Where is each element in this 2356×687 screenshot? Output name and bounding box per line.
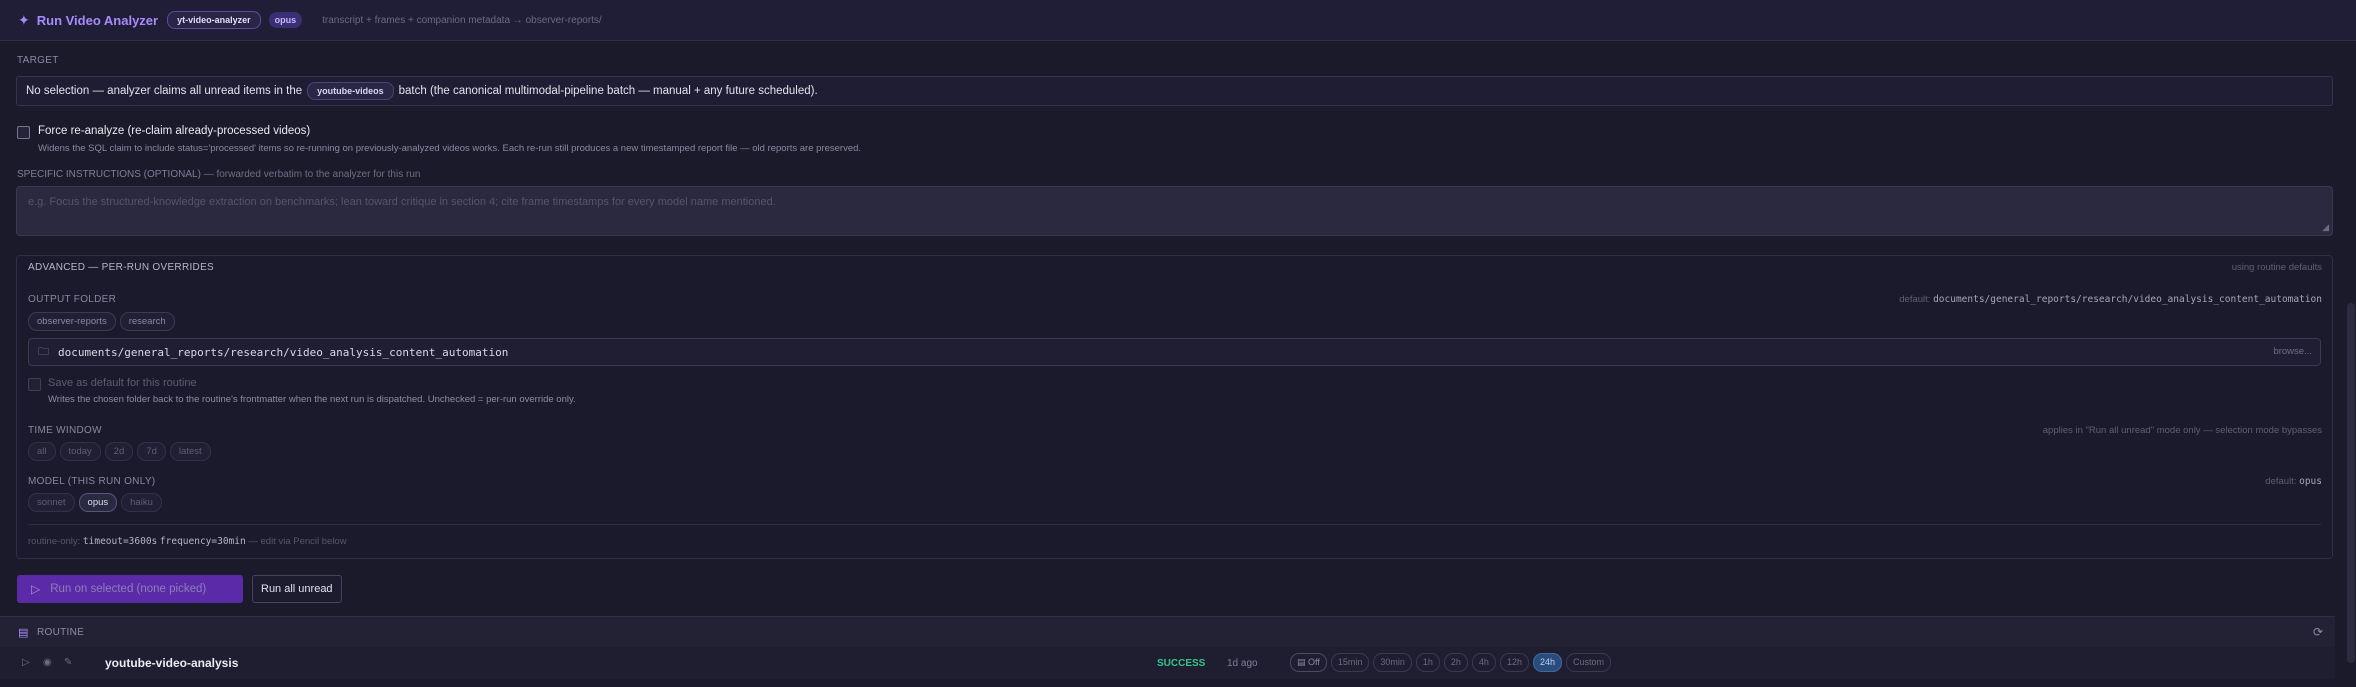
advanced-divider — [28, 524, 2321, 525]
folder-chip-observer-reports[interactable]: observer-reports — [28, 312, 116, 331]
output-folder-default-value: documents/general_reports/research/video… — [1933, 294, 2322, 305]
calendar-off-icon: ▤ — [1297, 657, 1309, 667]
freq-option-30min[interactable]: 30min — [1373, 653, 1412, 672]
force-reanalyze-checkbox[interactable] — [17, 126, 30, 139]
advanced-overrides-panel: ADVANCED — PER-RUN OVERRIDES using routi… — [16, 255, 2333, 559]
advanced-title: ADVANCED — PER-RUN OVERRIDES — [28, 262, 215, 273]
model-default: default: opus — [2265, 476, 2322, 487]
freq-option-15min[interactable]: 15min — [1330, 653, 1370, 672]
routine-only-settings: routine-only: timeout=3600s frequency=30… — [28, 536, 347, 547]
time-option-2d[interactable]: 2d — [104, 442, 134, 461]
folder-icon: 🗀 — [38, 345, 49, 358]
instructions-label-sub: — forwarded verbatim to the analyzer for… — [203, 169, 421, 180]
save-default-help: Writes the chosen folder back to the rou… — [48, 394, 576, 405]
time-option-all[interactable]: all — [28, 442, 56, 461]
routine-section-header: ▤ ROUTINE ⟳ — [0, 616, 2335, 647]
force-reanalyze-help: Widens the SQL claim to include status='… — [38, 143, 862, 154]
browse-button[interactable]: browse... — [2273, 346, 2312, 357]
target-text-after: batch (the canonical multimodal-pipeline… — [398, 85, 818, 97]
dialog-description: transcript + frames + companion metadata… — [322, 14, 602, 26]
instructions-label-main: SPECIFIC INSTRUCTIONS (OPTIONAL) — [17, 169, 201, 180]
target-label: TARGET — [17, 55, 59, 66]
model-default-value: opus — [2299, 476, 2322, 487]
play-icon: ▷ — [31, 582, 41, 596]
output-folder-default: default: documents/general_reports/resea… — [1899, 294, 2322, 305]
instructions-textarea[interactable]: e.g. Focus the structured-knowledge extr… — [16, 186, 2333, 236]
time-option-latest[interactable]: latest — [169, 442, 211, 461]
time-window-note: applies in "Run all unread" mode only — … — [2042, 425, 2322, 436]
freq-option-24h[interactable]: 24h — [1532, 653, 1562, 672]
model-option-sonnet[interactable]: sonnet — [28, 493, 75, 512]
instructions-label: SPECIFIC INSTRUCTIONS (OPTIONAL) — forwa… — [17, 169, 420, 180]
advanced-defaults-note: using routine defaults — [2231, 262, 2322, 273]
freq-option-12h[interactable]: 12h — [1499, 653, 1529, 672]
model-label: MODEL (THIS RUN ONLY) — [28, 476, 156, 487]
output-folder-default-prefix: default: — [1899, 294, 1931, 305]
freq-option-custom[interactable]: Custom — [1566, 653, 1612, 672]
target-text-before: No selection — analyzer claims all unrea… — [26, 85, 303, 97]
run-selected-label: Run on selected (none picked) — [50, 583, 207, 595]
time-window-options: all today 2d 7d latest — [28, 442, 215, 461]
agent-tag: yt-video-analyzer — [167, 11, 261, 29]
save-default-checkbox[interactable] — [28, 378, 41, 391]
target-box: No selection — analyzer claims all unrea… — [16, 76, 2333, 106]
output-folder-chips: observer-reports research — [28, 312, 179, 331]
freq-option-1h[interactable]: 1h — [1415, 653, 1440, 672]
freq-option-off[interactable]: ▤ Off — [1290, 653, 1327, 672]
pencil-icon[interactable]: ✎ — [64, 657, 72, 668]
routine-last-run: 1d ago — [1227, 658, 1258, 669]
scrollbar-thumb[interactable] — [2347, 303, 2355, 663]
save-default-label[interactable]: Save as default for this routine — [48, 377, 197, 389]
sparkles-icon: ✦ — [18, 11, 30, 28]
model-option-opus[interactable]: opus — [78, 493, 118, 512]
run-selected-button[interactable]: ▷ Run on selected (none picked) — [17, 575, 243, 603]
freq-option-4h[interactable]: 4h — [1471, 653, 1496, 672]
routine-row: ▷ ◉ ✎ youtube-video-analysis SUCCESS 1d … — [0, 647, 2335, 679]
output-folder-label: OUTPUT FOLDER — [28, 294, 117, 305]
routine-name: youtube-video-analysis — [105, 656, 239, 670]
time-option-7d[interactable]: 7d — [137, 442, 166, 461]
folder-chip-research[interactable]: research — [119, 312, 175, 331]
frequency-selector: ▤ Off 15min 30min 1h 2h 4h 12h 24h Custo… — [1290, 653, 1615, 672]
output-folder-value: documents/general_reports/research/video… — [58, 345, 509, 359]
model-option-haiku[interactable]: haiku — [121, 493, 162, 512]
run-all-unread-button[interactable]: Run all unread — [252, 575, 342, 603]
dialog-title: Run Video Analyzer — [36, 12, 159, 28]
time-option-today[interactable]: today — [59, 442, 101, 461]
routine-section-label: ROUTINE — [37, 627, 85, 638]
routine-frequency: frequency=30min — [159, 536, 246, 547]
routine-timeout: timeout=3600s — [82, 536, 158, 547]
dialog-header: ✦ Run Video Analyzer yt-video-analyzer o… — [0, 0, 2356, 41]
time-window-label: TIME WINDOW — [28, 425, 102, 436]
scrollbar[interactable] — [2346, 41, 2356, 687]
routine-status-badge: SUCCESS — [1157, 658, 1206, 669]
output-folder-input[interactable]: 🗀 documents/general_reports/research/vid… — [28, 338, 2321, 366]
routine-only-prefix: routine-only: — [28, 536, 81, 547]
resize-grip-icon[interactable]: ◢ — [2322, 222, 2329, 233]
instructions-placeholder: e.g. Focus the structured-knowledge extr… — [28, 196, 776, 208]
force-reanalyze-label[interactable]: Force re-analyze (re-claim already-proce… — [38, 125, 310, 137]
eye-icon[interactable]: ◉ — [43, 657, 52, 668]
freq-option-2h[interactable]: 2h — [1443, 653, 1468, 672]
batch-pill: youtube-videos — [307, 82, 394, 100]
model-default-prefix: default: — [2265, 476, 2297, 487]
calendar-icon: ▤ — [18, 627, 29, 639]
model-options: sonnet opus haiku — [28, 493, 166, 512]
freq-option-off-label: Off — [1308, 657, 1320, 667]
model-tag: opus — [268, 12, 303, 28]
play-icon[interactable]: ▷ — [22, 657, 30, 668]
refresh-icon[interactable]: ⟳ — [2313, 625, 2323, 639]
routine-only-suffix: — edit via Pencil below — [248, 536, 347, 547]
